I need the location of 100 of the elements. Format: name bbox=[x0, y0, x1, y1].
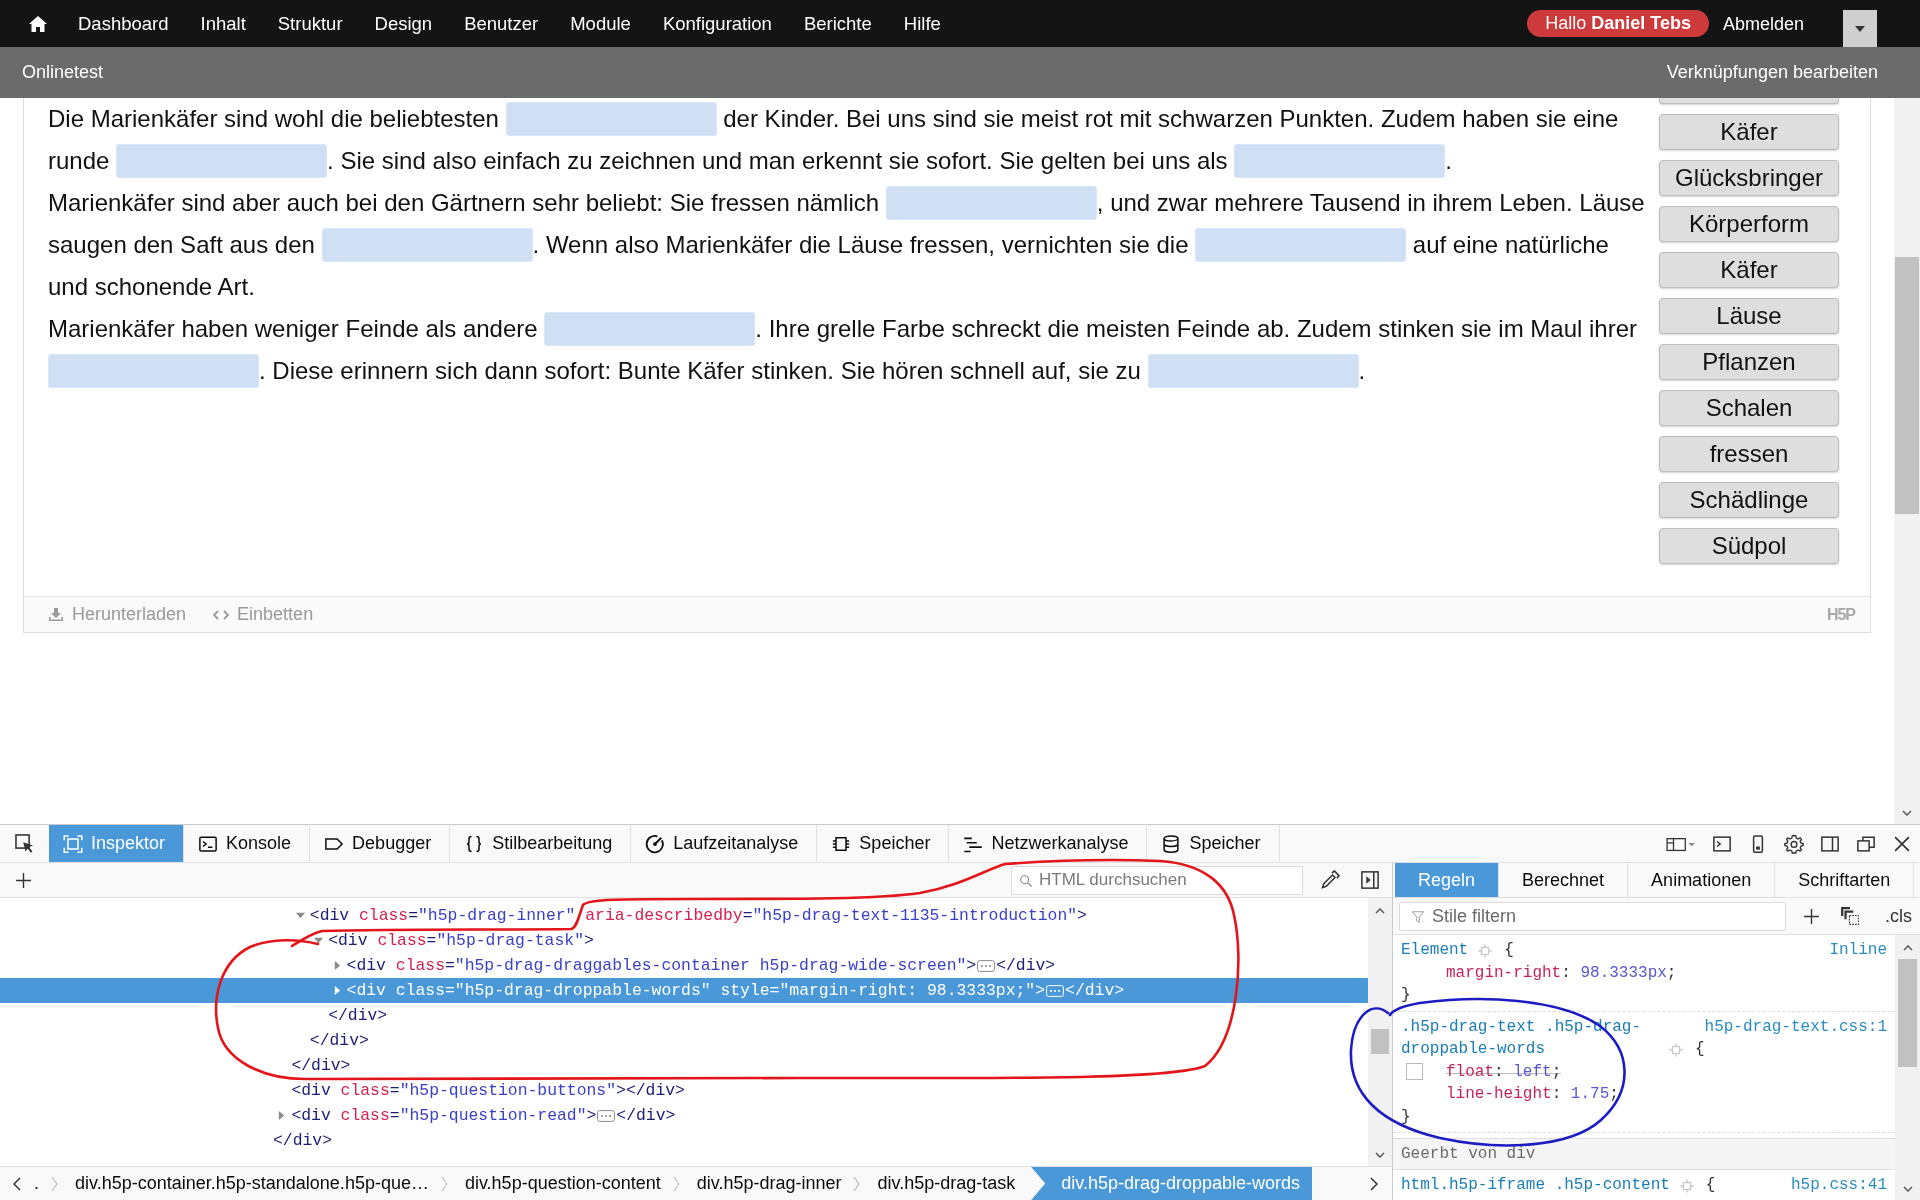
drop-zone-field[interactable] bbox=[1234, 144, 1446, 178]
markup-line[interactable]: </div> bbox=[0, 1053, 1368, 1078]
sidebar-icon[interactable] bbox=[1820, 833, 1840, 854]
word-tile[interactable]: Schalen bbox=[1659, 390, 1839, 426]
home-icon[interactable] bbox=[28, 14, 48, 33]
scrollbar-thumb[interactable] bbox=[1898, 959, 1917, 1067]
user-greeting[interactable]: Hallo Daniel Tebs bbox=[1527, 10, 1709, 37]
word-tile[interactable]: Glücksbringer bbox=[1659, 160, 1839, 196]
nav-link[interactable]: Module bbox=[554, 11, 647, 36]
markup-line[interactable]: </div> bbox=[0, 1003, 1368, 1028]
devtools-tab[interactable]: Laufzeitanalyse bbox=[631, 825, 818, 862]
ellipsis-icon[interactable] bbox=[597, 1109, 616, 1122]
arrow-down-icon[interactable] bbox=[1375, 1152, 1385, 1158]
plus-icon[interactable] bbox=[1803, 907, 1820, 925]
scrollbar[interactable] bbox=[1895, 935, 1920, 1200]
checkbox[interactable] bbox=[1406, 1063, 1423, 1081]
drop-zone-field[interactable] bbox=[1147, 354, 1359, 388]
drop-zone-field[interactable] bbox=[321, 228, 533, 262]
edit-links-link[interactable]: Verknüpfungen bearbeiten bbox=[1666, 62, 1878, 83]
settings-icon[interactable] bbox=[1784, 833, 1804, 854]
css-declaration[interactable]: margin-right: 98.3333px; bbox=[1446, 961, 1677, 984]
sidebar-tab[interactable]: Animationen bbox=[1628, 863, 1776, 897]
ellipsis-icon[interactable] bbox=[977, 959, 996, 972]
source-link[interactable]: h5p-drag-text.css:1 bbox=[1704, 1015, 1887, 1038]
terminal-icon[interactable] bbox=[1712, 833, 1732, 854]
devtools-tab[interactable]: Konsole bbox=[184, 825, 311, 862]
scrollbar[interactable] bbox=[1894, 98, 1920, 824]
drop-zone-field[interactable] bbox=[1195, 228, 1407, 262]
nav-link[interactable]: Berichte bbox=[787, 11, 888, 36]
source-link[interactable]: h5p.css:41 bbox=[1791, 1174, 1887, 1197]
scrollbar-thumb[interactable] bbox=[1895, 257, 1919, 514]
markup-line[interactable]: </div> bbox=[0, 1028, 1368, 1053]
nav-link[interactable]: Benutzer bbox=[448, 11, 555, 36]
arrow-up-icon[interactable] bbox=[1902, 945, 1913, 951]
word-tile[interactable]: Pflanzen bbox=[1659, 344, 1839, 380]
word-tile[interactable]: Körperform bbox=[1659, 206, 1839, 242]
word-tile[interactable] bbox=[1659, 98, 1839, 104]
drop-zone-field[interactable] bbox=[48, 354, 259, 388]
devtools-tab[interactable]: Stilbearbeitung bbox=[450, 825, 632, 862]
sidebar-tab[interactable]: Berechnet bbox=[1499, 863, 1629, 897]
nav-link[interactable]: Inhalt bbox=[184, 11, 262, 36]
windows-icon[interactable] bbox=[1856, 833, 1876, 854]
drop-zone-field[interactable] bbox=[544, 312, 756, 346]
sidebar-tab[interactable]: Schriftarten bbox=[1775, 863, 1915, 897]
breadcrumb[interactable]: div.h5p-drag-task bbox=[864, 1167, 1024, 1200]
word-tile[interactable]: Käfer bbox=[1659, 114, 1839, 150]
scrollbar-thumb[interactable] bbox=[1371, 1029, 1389, 1054]
nav-link[interactable]: Dashboard bbox=[62, 11, 185, 36]
breadcrumb[interactable]: . bbox=[21, 1167, 47, 1200]
logout-link[interactable]: Abmelden bbox=[1708, 11, 1818, 36]
drop-zone-field[interactable] bbox=[885, 186, 1097, 220]
triangle-right-icon[interactable] bbox=[277, 1111, 287, 1120]
word-tile[interactable]: Südpol bbox=[1659, 528, 1839, 564]
source-link[interactable]: Inline bbox=[1829, 939, 1887, 962]
markup-line[interactable]: <div class="h5p-drag-inner" aria-describedby="h5p-drag-text-1135-introduction"> bbox=[0, 903, 1368, 928]
breadcrumb[interactable]: div.h5p-drag-inner bbox=[683, 1167, 850, 1200]
word-tile[interactable]: fressen bbox=[1659, 436, 1839, 472]
exercise-text: . bbox=[1358, 357, 1366, 385]
markup-line[interactable]: <div class="h5p-drag-draggables-container h5p-drag-wide-screen"> </div> bbox=[0, 953, 1368, 978]
filter-field[interactable]: Stile filtern bbox=[1399, 901, 1786, 931]
nav-link[interactable]: Hilfe bbox=[887, 11, 957, 36]
triangle-right-icon[interactable] bbox=[332, 961, 342, 970]
triangle-right-icon[interactable] bbox=[332, 986, 342, 995]
classes-toggle[interactable]: .cls bbox=[1885, 905, 1912, 927]
arrow-down-icon[interactable] bbox=[1902, 1186, 1913, 1192]
database-icon bbox=[1161, 833, 1182, 854]
scrollbar[interactable] bbox=[1368, 898, 1392, 1166]
breadcrumb[interactable]: div.h5p-container.h5p-standalone.h5p-que… bbox=[62, 1167, 437, 1200]
exercise-text: . Ihre grelle Farbe schreckt die meisten Feinde ab. Zudem stinken sie im Maul ihrer bbox=[755, 315, 1638, 343]
panel-toggle-icon[interactable] bbox=[1360, 870, 1380, 890]
overlapping-squares-icon[interactable] bbox=[1840, 906, 1860, 926]
markup-line[interactable]: <div class="h5p-question-read"> </div> bbox=[0, 1103, 1368, 1128]
drop-zone-field[interactable] bbox=[505, 102, 717, 136]
nav-link[interactable]: Design bbox=[358, 11, 449, 36]
eyedropper-icon[interactable] bbox=[1320, 870, 1340, 890]
breadcrumb[interactable]: div.h5p-question-content bbox=[451, 1167, 669, 1200]
element-picker-icon[interactable] bbox=[14, 833, 35, 854]
markup-line[interactable]: <div class="h5p-drag-task"> bbox=[0, 928, 1368, 953]
devtools-tab[interactable]: Netzwerkanalyse bbox=[949, 825, 1148, 862]
arrow-up-icon[interactable] bbox=[1375, 908, 1385, 914]
arrow-down-icon[interactable] bbox=[1902, 810, 1912, 816]
chevron-right-icon[interactable] bbox=[1370, 1176, 1378, 1191]
devtools-tab[interactable]: Debugger bbox=[310, 825, 451, 862]
css-declaration[interactable]: line-height: 1.75; bbox=[1446, 1083, 1619, 1106]
plus-icon[interactable] bbox=[15, 871, 32, 889]
triangle-down-icon[interactable] bbox=[314, 936, 324, 945]
devtools-tab[interactable]: Speicher bbox=[817, 825, 950, 862]
word-tile[interactable]: Läuse bbox=[1659, 298, 1839, 334]
word-tile[interactable]: Käfer bbox=[1659, 252, 1839, 288]
nav-link[interactable]: Struktur bbox=[261, 11, 359, 36]
nav-link[interactable]: Konfiguration bbox=[646, 11, 788, 36]
markup-line[interactable]: <div class="h5p-question-buttons"></div> bbox=[0, 1078, 1368, 1103]
chevron-left-icon[interactable] bbox=[13, 1176, 21, 1191]
markup-line[interactable]: </div> bbox=[0, 1128, 1368, 1153]
dropdown-button[interactable] bbox=[1843, 10, 1877, 47]
drop-zone-field[interactable] bbox=[116, 144, 328, 178]
search-field[interactable]: HTML durchsuchen bbox=[1011, 865, 1303, 895]
devtools-tab[interactable]: Speicher bbox=[1147, 825, 1280, 862]
word-tile[interactable]: Schädlinge bbox=[1659, 482, 1839, 518]
triangle-down-icon[interactable] bbox=[295, 911, 305, 920]
